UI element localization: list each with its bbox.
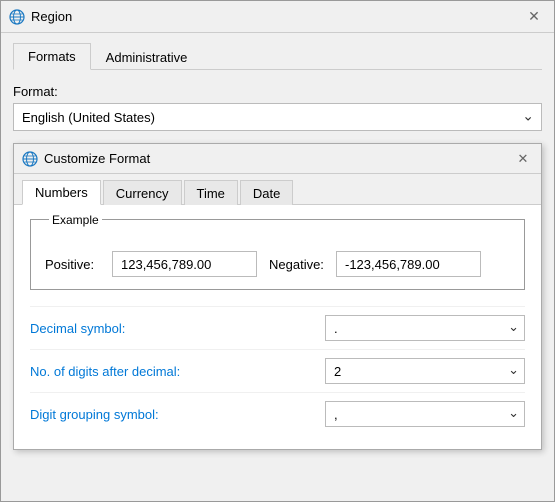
outer-tab-bar: Formats Administrative — [13, 43, 542, 70]
example-row: Positive: Negative: — [45, 251, 510, 277]
inner-tab-time[interactable]: Time — [184, 180, 238, 205]
example-title: Example — [49, 213, 102, 227]
decimal-symbol-select[interactable]: ., — [325, 315, 525, 341]
decimal-symbol-label: Decimal symbol: — [30, 321, 325, 336]
format-section: Format: English (United States)English (… — [13, 84, 542, 131]
tab-formats[interactable]: Formats — [13, 43, 91, 70]
negative-label: Negative: — [269, 257, 324, 272]
inner-tab-currency[interactable]: Currency — [103, 180, 182, 205]
region-title: Region — [31, 9, 516, 24]
region-title-bar: Region ✕ — [1, 1, 554, 33]
digit-grouping-select[interactable]: ,. None — [325, 401, 525, 427]
region-close-button[interactable]: ✕ — [522, 5, 546, 29]
customize-title-text: Customize Format — [44, 151, 507, 166]
customize-close-button[interactable]: ✕ — [513, 149, 533, 169]
example-box: Example Positive: Negative: — [30, 219, 525, 290]
inner-tab-numbers[interactable]: Numbers — [22, 180, 101, 205]
digits-after-decimal-row: No. of digits after decimal: 01234 — [30, 349, 525, 392]
format-select[interactable]: English (United States)English (United K… — [13, 103, 542, 131]
digit-grouping-row: Digit grouping symbol: ,. None — [30, 392, 525, 435]
customize-title-bar: Customize Format ✕ — [14, 144, 541, 174]
digit-grouping-label: Digit grouping symbol: — [30, 407, 325, 422]
digits-after-decimal-select-wrapper: 01234 — [325, 358, 525, 384]
customize-body: Example Positive: Negative: Decimal symb… — [14, 205, 541, 449]
inner-tab-date[interactable]: Date — [240, 180, 293, 205]
decimal-symbol-select-wrapper: ., — [325, 315, 525, 341]
tab-administrative[interactable]: Administrative — [91, 43, 203, 70]
positive-label: Positive: — [45, 257, 100, 272]
region-content: Formats Administrative Format: English (… — [1, 33, 554, 460]
digit-grouping-select-wrapper: ,. None — [325, 401, 525, 427]
customize-window: Customize Format ✕ Numbers Currency Time… — [13, 143, 542, 450]
digits-after-decimal-select[interactable]: 01234 — [325, 358, 525, 384]
digits-after-decimal-label: No. of digits after decimal: — [30, 364, 325, 379]
inner-tab-bar: Numbers Currency Time Date — [14, 174, 541, 205]
negative-value-input[interactable] — [336, 251, 481, 277]
format-label: Format: — [13, 84, 542, 99]
decimal-symbol-row: Decimal symbol: ., — [30, 306, 525, 349]
globe-icon — [9, 9, 25, 25]
format-select-wrapper: English (United States)English (United K… — [13, 103, 542, 131]
positive-value-input[interactable] — [112, 251, 257, 277]
customize-globe-icon — [22, 151, 38, 167]
region-window: Region ✕ Formats Administrative Format: … — [0, 0, 555, 502]
